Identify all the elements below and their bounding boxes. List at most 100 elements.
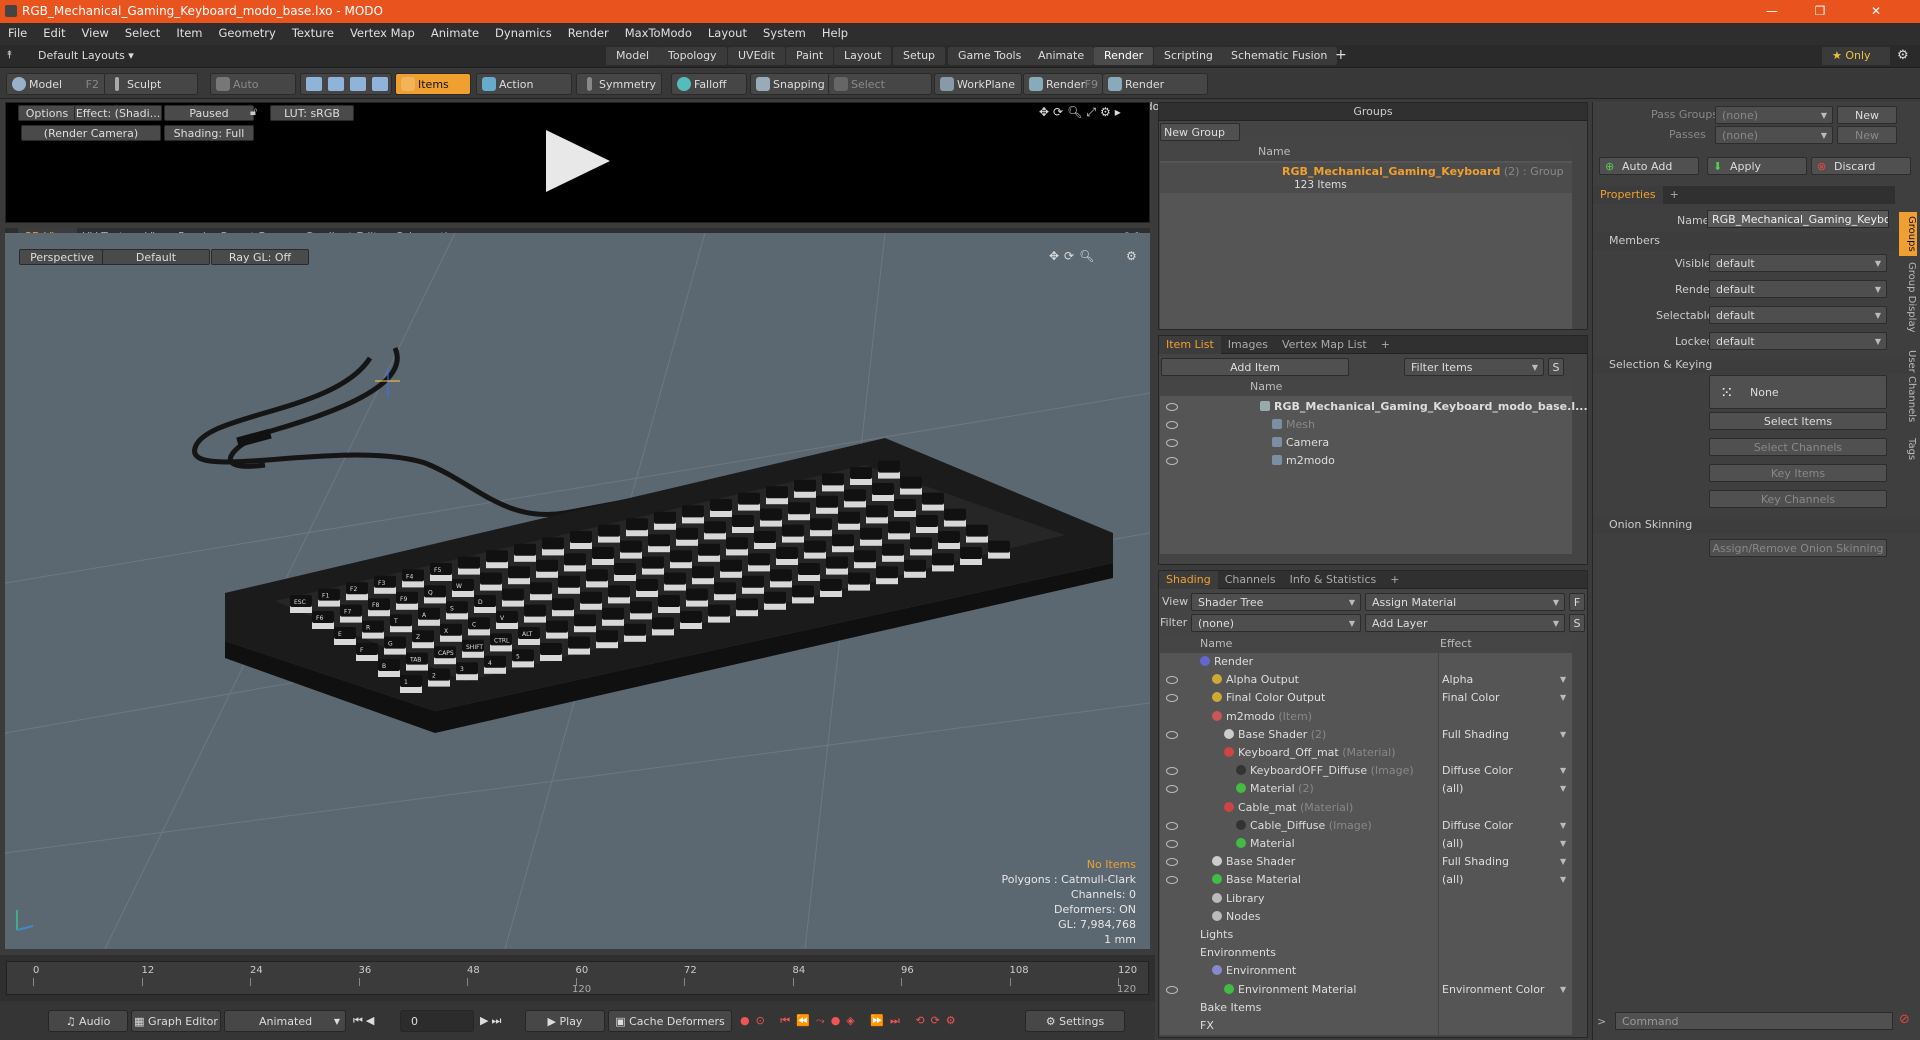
itemlist-s-button[interactable]: S xyxy=(1548,358,1564,376)
side-tab-groups[interactable]: Groups xyxy=(1899,212,1917,256)
snapping-button[interactable]: Snapping xyxy=(750,73,832,95)
shader-tree-row[interactable]: Keyboard_Off_mat (Material) xyxy=(1160,744,1572,762)
key-channels-button[interactable]: Key Channels xyxy=(1709,490,1887,508)
lut-dropdown[interactable]: LUT: sRGB xyxy=(270,105,354,121)
tab-render[interactable]: Render xyxy=(1094,47,1154,65)
new-pass-button[interactable]: New xyxy=(1837,126,1897,144)
eye-icon[interactable] xyxy=(1166,821,1178,830)
play-button[interactable]: ▶ Play xyxy=(525,1010,605,1032)
discard-button[interactable]: ⊗ Discard xyxy=(1811,157,1911,175)
workplane-button[interactable]: WorkPlane xyxy=(934,73,1022,95)
shader-tree-row[interactable]: Nodes xyxy=(1160,908,1572,926)
shader-tree-row[interactable]: Cable_mat (Material) xyxy=(1160,799,1572,817)
assign-material-dropdown[interactable]: Assign Material xyxy=(1365,593,1565,612)
add-itemlist-tab-button[interactable]: + xyxy=(1374,336,1397,354)
eye-icon[interactable] xyxy=(1166,439,1178,447)
pass-groups-dropdown[interactable]: (none) xyxy=(1715,106,1833,125)
tab-setup[interactable]: Setup xyxy=(893,47,946,65)
eye-icon[interactable] xyxy=(1166,421,1178,429)
settings-button[interactable]: ⚙ Settings xyxy=(1025,1010,1125,1032)
add-tab-button[interactable]: + xyxy=(1335,47,1347,63)
assign-onion-button[interactable]: Assign/Remove Onion Skinning xyxy=(1709,539,1887,557)
command-stop-icon[interactable]: ⊘ xyxy=(1899,1012,1910,1027)
menu-item[interactable]: Item xyxy=(168,23,210,43)
group-name-field[interactable]: RGB_Mechanical_Gaming_Keyboard xyxy=(1707,210,1889,228)
chevron-down-icon[interactable]: ▼ xyxy=(1560,689,1566,707)
effect-value[interactable]: Final Color xyxy=(1442,689,1500,707)
play-icon[interactable] xyxy=(544,128,614,194)
key-items-button[interactable]: Key Items xyxy=(1709,464,1887,482)
shading-f-button[interactable]: F xyxy=(1569,593,1585,611)
chevron-down-icon[interactable]: ▼ xyxy=(1560,835,1566,853)
edge-mode-icon[interactable] xyxy=(328,77,344,91)
effect-value[interactable]: Diffuse Color xyxy=(1442,762,1513,780)
shader-tree-row[interactable]: Alpha Output Alpha ▼ xyxy=(1160,671,1572,689)
shader-tree-row[interactable]: Render xyxy=(1160,653,1572,671)
effect-value[interactable]: Alpha xyxy=(1442,671,1473,689)
cache-deformers-button[interactable]: ▣ Cache Deformers xyxy=(608,1010,732,1032)
menu-file[interactable]: File xyxy=(0,23,35,43)
shading-dropdown[interactable]: Shading: Full xyxy=(164,125,254,141)
eye-icon[interactable] xyxy=(1166,785,1178,794)
chevron-down-icon[interactable]: ▼ xyxy=(1560,853,1566,871)
render-camera-dropdown[interactable]: (Render Camera) xyxy=(21,125,161,141)
chevron-down-icon[interactable]: ▼ xyxy=(1560,871,1566,889)
lock-icon[interactable]: 🔓︎ xyxy=(250,105,257,119)
menu-view[interactable]: View xyxy=(74,23,117,43)
eye-icon[interactable] xyxy=(1166,876,1178,885)
preview-effect-dropdown[interactable]: Effect: (Shadi... xyxy=(74,105,162,121)
effect-value[interactable]: Diffuse Color xyxy=(1442,817,1513,835)
group-row-keyboard[interactable]: RGB_Mechanical_Gaming_Keyboard (2) : Gro… xyxy=(1160,163,1572,193)
menu-layout[interactable]: Layout xyxy=(700,23,755,43)
add-item-button[interactable]: Add Item xyxy=(1161,358,1349,376)
select-through-button[interactable]: Select Through xyxy=(828,73,932,113)
shader-tree-row[interactable]: Lights xyxy=(1160,926,1572,944)
selection-keying-section[interactable]: Selection & Keying xyxy=(1593,356,1920,374)
item-list-row[interactable]: m2modo xyxy=(1160,452,1572,470)
shading-s-button[interactable]: S xyxy=(1569,614,1585,632)
audio-button[interactable]: ♫ Audio xyxy=(48,1010,128,1032)
graph-editor-button[interactable]: ▦ Graph Editor xyxy=(131,1010,221,1032)
frame-input[interactable]: 0 xyxy=(400,1010,474,1032)
effect-value[interactable]: (all) xyxy=(1442,835,1463,853)
eye-icon[interactable] xyxy=(1166,730,1178,739)
selection-none-button[interactable]: ⁙ None xyxy=(1709,375,1887,409)
chevron-down-icon[interactable]: ▼ xyxy=(1560,762,1566,780)
timeline-track[interactable]: 0 12 24 36 48 60 72 84 96 108 120 120 120 xyxy=(6,961,1149,995)
tab-topology[interactable]: Topology xyxy=(658,47,727,65)
eye-icon[interactable] xyxy=(1166,985,1178,994)
shader-tree-row[interactable]: Environments xyxy=(1160,944,1572,962)
shader-tree-row[interactable]: Environment xyxy=(1160,962,1572,980)
effect-value[interactable]: Full Shading xyxy=(1442,853,1509,871)
item-list-row[interactable]: Mesh xyxy=(1160,416,1572,434)
add-shading-tab-button[interactable]: + xyxy=(1383,571,1406,589)
render-preview-panel[interactable]: Options Effect: (Shadi... Paused 🔓︎ LUT:… xyxy=(5,102,1150,223)
3d-viewport[interactable]: Perspective Default Ray GL: Off ✥⟳🔍︎ ⚙ E… xyxy=(5,233,1150,949)
menu-animate[interactable]: Animate xyxy=(423,23,487,43)
preview-nav-icons[interactable]: ✥⟳🔍︎⤢⚙▸ xyxy=(1039,105,1125,120)
shader-tree-row[interactable]: Library xyxy=(1160,890,1572,908)
select-channels-button[interactable]: Select Channels xyxy=(1709,438,1887,456)
eye-icon[interactable] xyxy=(1166,457,1178,465)
new-group-button[interactable]: New Group xyxy=(1160,123,1240,141)
chevron-down-icon[interactable]: ▼ xyxy=(1560,817,1566,835)
tab-images[interactable]: Images xyxy=(1221,336,1275,354)
shader-tree-view-dropdown[interactable]: Shader Tree xyxy=(1191,593,1361,612)
eye-icon[interactable] xyxy=(1166,858,1178,867)
tab-info-statistics[interactable]: Info & Statistics xyxy=(1283,571,1384,589)
items-mode-button[interactable]: Items xyxy=(395,73,471,95)
filter-items-dropdown[interactable]: Filter Items xyxy=(1404,358,1544,377)
effect-value[interactable]: Full Shading xyxy=(1442,726,1509,744)
shader-tree-row[interactable]: Bake Items xyxy=(1160,999,1572,1017)
shader-tree-row[interactable]: Base Shader Full Shading ▼ xyxy=(1160,853,1572,871)
side-tab-tags[interactable]: Tags xyxy=(1899,438,1917,478)
eye-icon[interactable] xyxy=(1166,840,1178,848)
tab-model[interactable]: Model xyxy=(606,47,660,65)
tab-shading[interactable]: Shading xyxy=(1159,571,1218,589)
symmetry-button[interactable]: Symmetry xyxy=(576,73,662,95)
tab-paint[interactable]: Paint xyxy=(786,47,834,65)
shader-tree-row[interactable]: Environment Material Environment Color ▼ xyxy=(1160,981,1572,999)
polygon-mode-icon[interactable] xyxy=(350,77,366,91)
tab-schematic-fusion[interactable]: Schematic Fusion xyxy=(1221,47,1338,65)
visible-dropdown[interactable]: default xyxy=(1709,254,1887,273)
